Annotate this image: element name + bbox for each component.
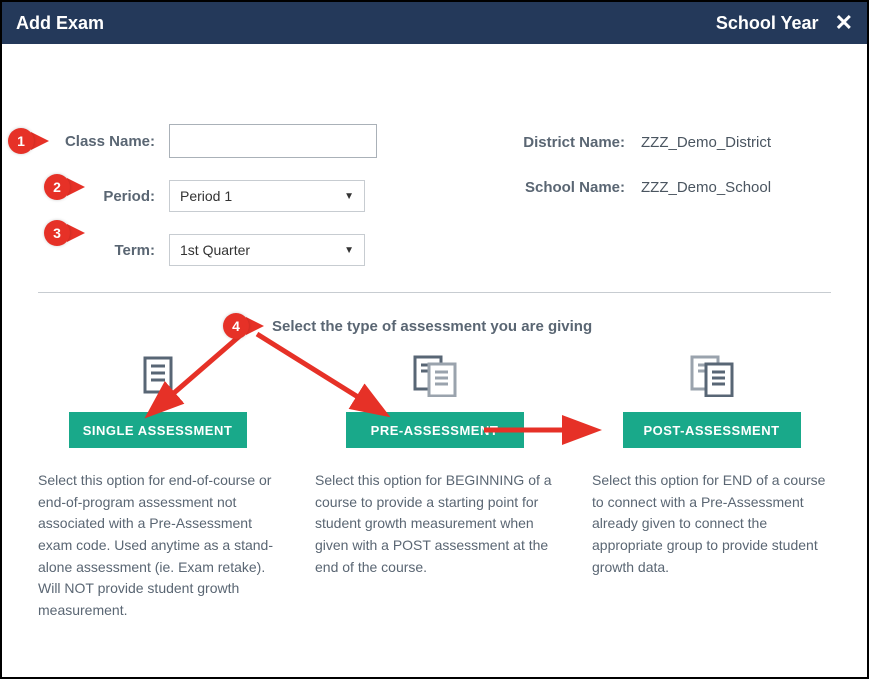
- right-info: District Name: ZZZ_Demo_District School …: [497, 134, 771, 224]
- titlebar: Add Exam School Year ✕: [2, 2, 867, 44]
- pre-assessment-button[interactable]: PRE-ASSESSMENT: [346, 412, 524, 448]
- callout-3: 3: [44, 220, 85, 246]
- close-icon[interactable]: ✕: [835, 10, 853, 36]
- period-select[interactable]: Period 1 ▼: [169, 180, 365, 212]
- term-select[interactable]: 1st Quarter ▼: [169, 234, 365, 266]
- callout-4: 4: [223, 313, 264, 339]
- assessment-subheading: Select the type of assessment you are gi…: [272, 318, 592, 335]
- documents-icon: [689, 352, 735, 400]
- callout-2: 2: [44, 174, 85, 200]
- single-assessment-card: SINGLE ASSESSMENT Select this option for…: [32, 352, 283, 622]
- assessment-cards: SINGLE ASSESSMENT Select this option for…: [32, 352, 837, 622]
- single-assessment-button[interactable]: SINGLE ASSESSMENT: [69, 412, 247, 448]
- school-year-label[interactable]: School Year: [716, 13, 819, 34]
- titlebar-title: Add Exam: [16, 13, 104, 34]
- class-name-label: Class Name:: [50, 133, 155, 150]
- chevron-down-icon: ▼: [344, 191, 354, 202]
- district-name-label: District Name:: [497, 134, 625, 151]
- school-name-label: School Name:: [497, 179, 625, 196]
- add-exam-modal: Add Exam School Year ✕ Class Name: Perio…: [0, 0, 869, 679]
- term-value: 1st Quarter: [180, 242, 250, 258]
- post-assessment-button[interactable]: POST-ASSESSMENT: [623, 412, 801, 448]
- modal-body: Class Name: Period: Period 1 ▼ Term: 1st…: [2, 44, 867, 677]
- document-icon: [141, 352, 175, 400]
- pre-assessment-card: PRE-ASSESSMENT Select this option for BE…: [309, 352, 560, 622]
- class-name-input[interactable]: [169, 124, 377, 158]
- documents-icon: [412, 352, 458, 400]
- single-assessment-desc: Select this option for end-of-course or …: [32, 470, 283, 622]
- post-assessment-card: POST-ASSESSMENT Select this option for E…: [586, 352, 837, 622]
- chevron-down-icon: ▼: [344, 245, 354, 256]
- left-form: Class Name: Period: Period 1 ▼ Term: 1st…: [50, 124, 377, 288]
- post-assessment-desc: Select this option for END of a course t…: [586, 470, 837, 578]
- callout-1: 1: [8, 128, 49, 154]
- period-value: Period 1: [180, 188, 232, 204]
- divider: [38, 292, 831, 293]
- school-name-value: ZZZ_Demo_School: [625, 179, 771, 196]
- district-name-value: ZZZ_Demo_District: [625, 134, 771, 151]
- pre-assessment-desc: Select this option for BEGINNING of a co…: [309, 470, 560, 578]
